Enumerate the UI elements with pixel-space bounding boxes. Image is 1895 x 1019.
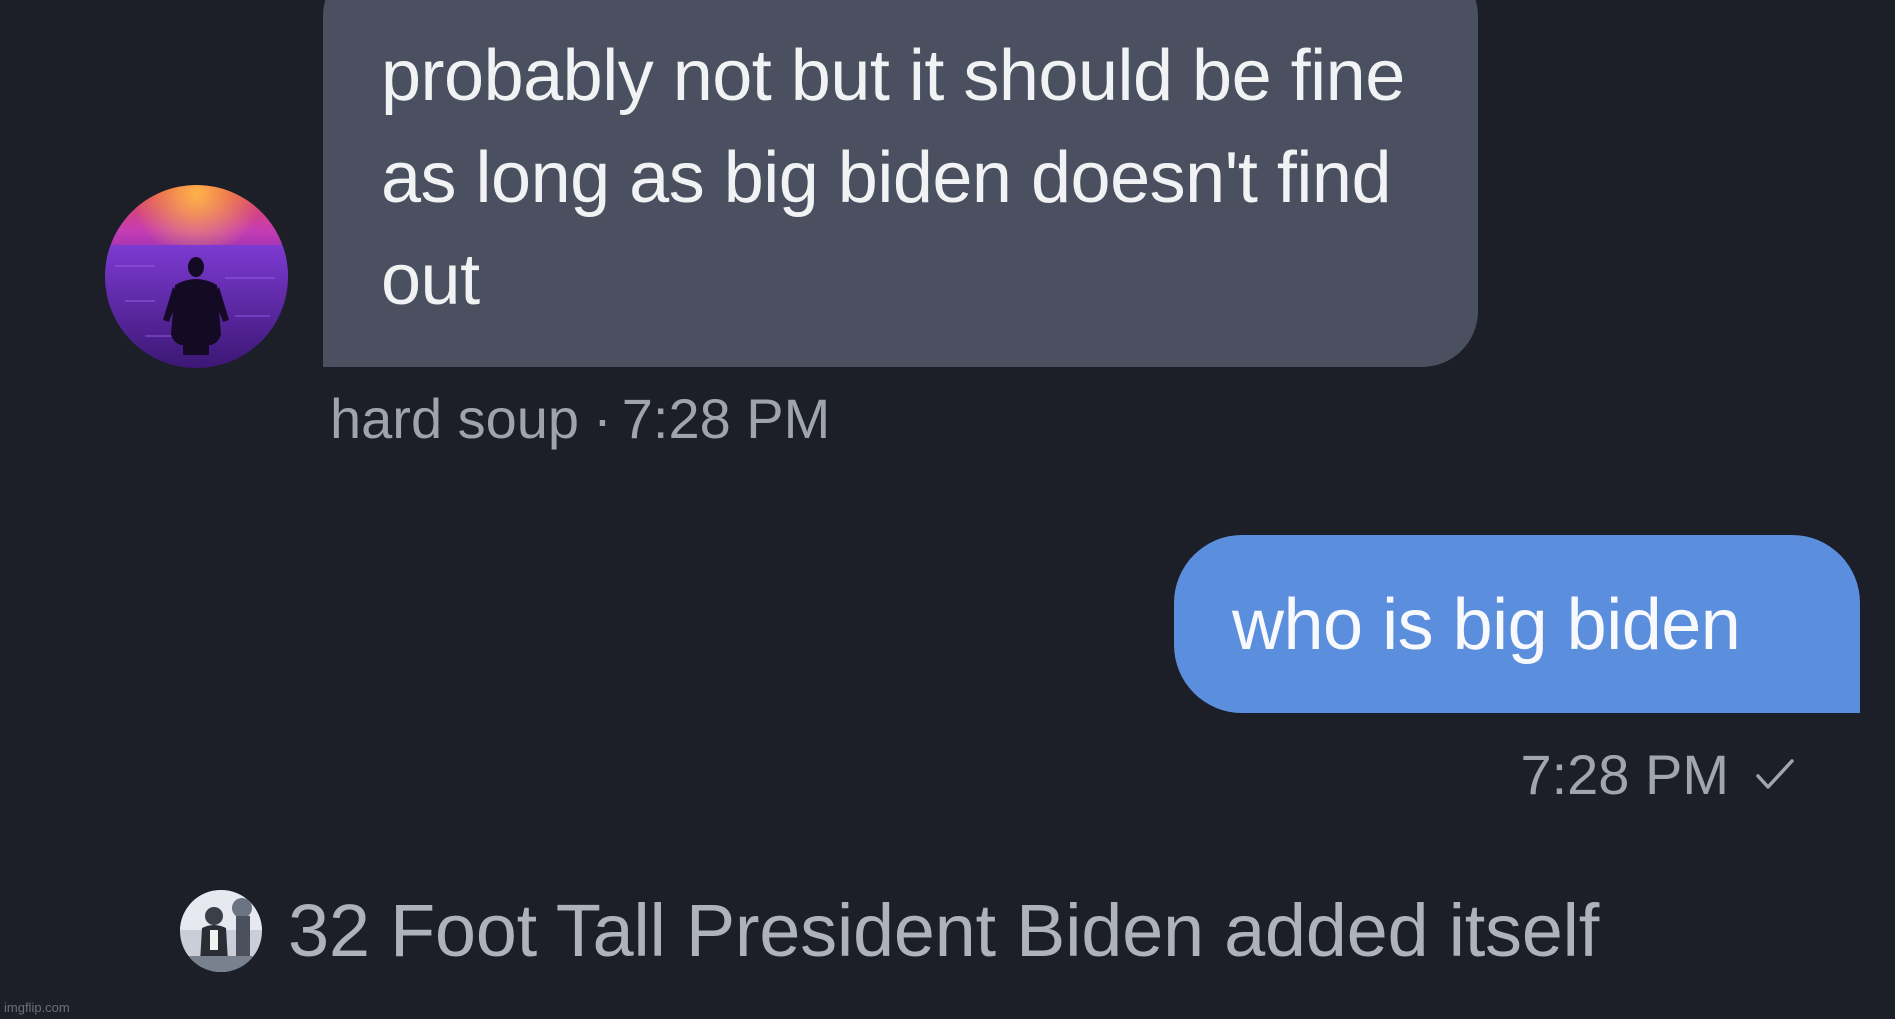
system-event-text: 32 Foot Tall President Biden added itsel…: [288, 889, 1599, 972]
system-event: 32 Foot Tall President Biden added itsel…: [180, 888, 1599, 973]
sunset-silhouette-avatar-icon[interactable]: [105, 185, 288, 368]
check-icon: [1755, 758, 1795, 792]
meta-separator: ·: [593, 387, 612, 450]
incoming-message-meta: hard soup · 7:28 PM: [330, 386, 830, 451]
dm-conversation: probably not but it should be fine as lo…: [0, 0, 1895, 1019]
incoming-message-bubble[interactable]: probably not but it should be fine as lo…: [323, 0, 1478, 367]
outgoing-message-meta: 7:28 PM: [1520, 742, 1795, 807]
incoming-timestamp: 7:28 PM: [621, 387, 831, 450]
outgoing-timestamp: 7:28 PM: [1520, 743, 1729, 806]
outgoing-message-text: who is big biden: [1232, 585, 1741, 665]
outgoing-message-bubble[interactable]: who is big biden: [1174, 535, 1860, 713]
person-avatar-icon: [180, 889, 262, 972]
sender-name[interactable]: hard soup: [330, 387, 579, 450]
incoming-message-text: probably not but it should be fine as lo…: [381, 36, 1405, 320]
watermark: imgflip.com: [4, 1000, 70, 1015]
